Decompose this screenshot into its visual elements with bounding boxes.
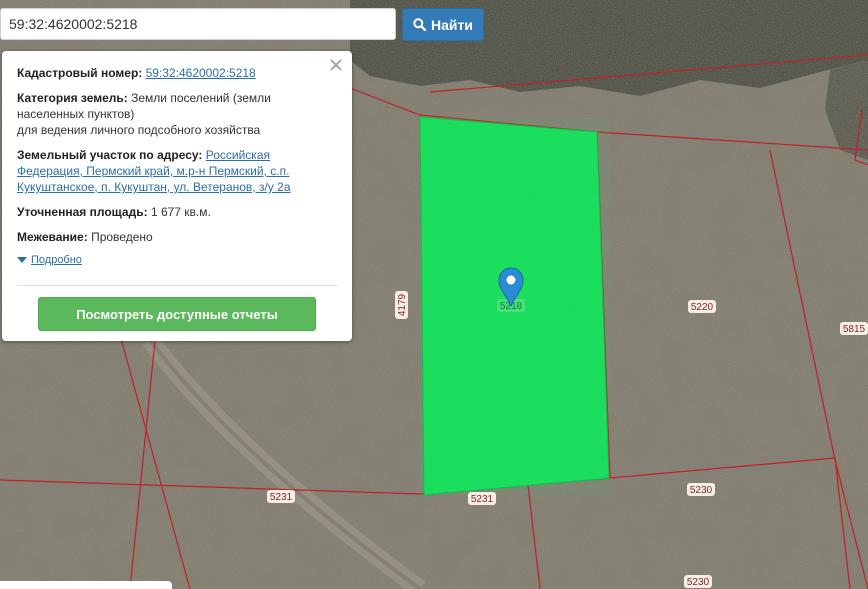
caret-down-icon: [17, 256, 27, 263]
address-link-2[interactable]: Федерация, Пермский край, м.р-н Пермский…: [17, 164, 289, 178]
bottom-panel-edge: [0, 581, 172, 589]
land-category-label: Категория земель:: [17, 91, 128, 105]
search-button[interactable]: Найти: [402, 8, 484, 41]
parcel-label-5231-center: 5231: [471, 494, 494, 505]
search-button-label: Найти: [431, 16, 473, 33]
view-reports-button[interactable]: Посмотреть доступные отчеты: [38, 297, 316, 331]
address-link-3[interactable]: Кукуштанское, п. Кукуштан, ул. Ветеранов…: [17, 180, 291, 194]
close-icon[interactable]: [328, 57, 344, 73]
search-icon: [413, 18, 427, 31]
survey-label: Межевание:: [17, 230, 88, 244]
land-category-value-2: населенных пунктов): [17, 107, 135, 121]
cadastral-number-link[interactable]: 59:32:4620002:5218: [146, 66, 256, 80]
area-row: Уточненная площадь: 1 677 кв.м.: [17, 204, 338, 220]
cadastral-number-row: Кадастровый номер: 59:32:4620002:5218: [17, 65, 338, 81]
area-label: Уточненная площадь:: [17, 205, 148, 219]
parcel-label-5230-right: 5230: [690, 485, 713, 496]
address-row: Земельный участок по адресу: Российская …: [17, 147, 338, 195]
parcel-label-5815: 5815: [843, 324, 866, 335]
parcel-info-popup: Кадастровый номер: 59:32:4620002:5218 Ка…: [2, 51, 352, 341]
land-category-row: Категория земель: Земли поселений (земли…: [17, 90, 338, 138]
parcel-label-5220: 5220: [691, 302, 714, 313]
parcel-label-5231-left: 5231: [270, 492, 293, 503]
land-category-value-3: для ведения личного подсобного хозяйства: [17, 123, 261, 137]
search-input[interactable]: [0, 8, 396, 40]
land-category-value-1: Земли поселений (земли: [131, 91, 271, 105]
cadastral-number-label: Кадастровый номер:: [17, 66, 143, 80]
details-link[interactable]: Подробно: [31, 252, 82, 268]
parcel-label-5230-bottom: 5230: [687, 577, 710, 588]
details-toggle[interactable]: Подробно: [17, 252, 338, 268]
address-link-1[interactable]: Российская: [206, 148, 270, 162]
area-value: 1 677 кв.м.: [150, 205, 211, 219]
survey-value: Проведено: [91, 230, 153, 244]
survey-row: Межевание: Проведено: [17, 229, 338, 245]
address-label: Земельный участок по адресу:: [17, 148, 203, 162]
popup-divider: [17, 285, 338, 286]
parcel-label-4179: 4179: [397, 293, 408, 316]
